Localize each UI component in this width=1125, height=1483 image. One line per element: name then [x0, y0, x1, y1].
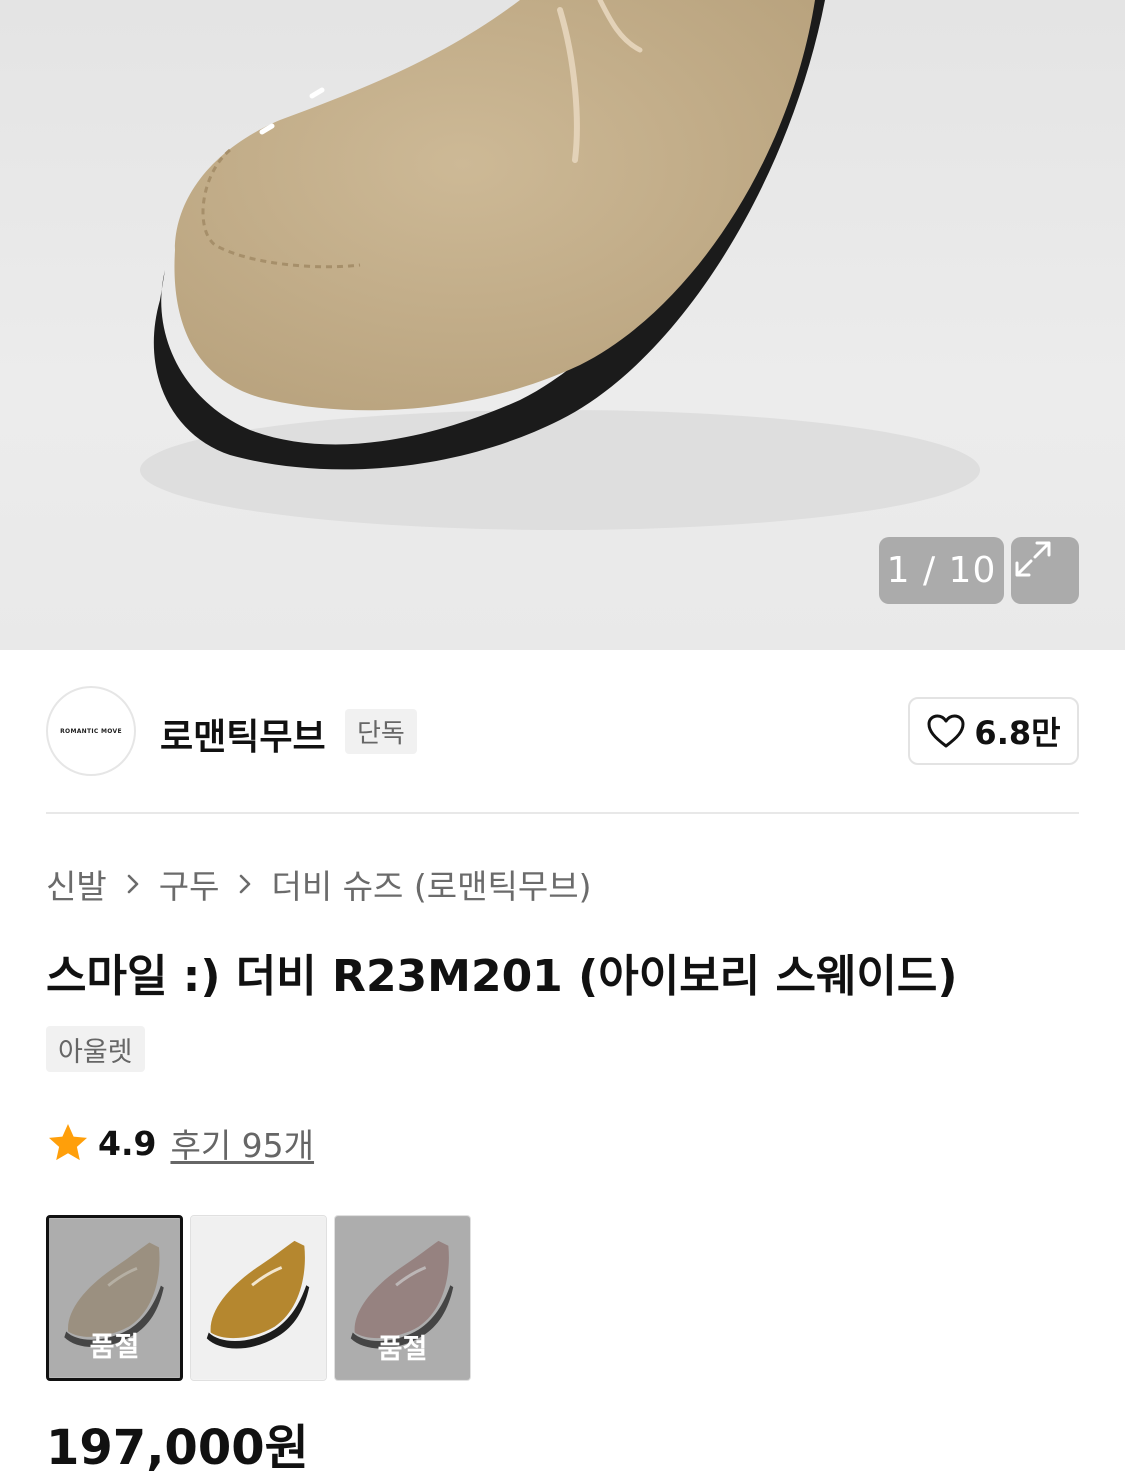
rating-score: 4.9	[98, 1123, 157, 1163]
brand-row: ROMANTIC MOVE 로맨틱무브 단독 6.8만	[46, 686, 1079, 776]
soldout-label: 품절	[89, 1332, 140, 1363]
divider	[46, 812, 1079, 814]
color-options: 품절 품절	[46, 1215, 471, 1381]
brand-logo[interactable]: ROMANTIC MOVE	[46, 686, 136, 776]
color-option-ivory[interactable]: 품절	[46, 1215, 183, 1381]
product-image-gallery[interactable]: 1 / 10	[0, 0, 1125, 650]
product-price: 197,000원	[46, 1420, 309, 1476]
chevron-right-icon	[237, 873, 253, 895]
color-option-pink[interactable]: 품절	[334, 1215, 471, 1381]
color-option-mustard[interactable]	[190, 1215, 327, 1381]
product-title: 스마일 :) 더비 R23M201 (아이보리 스웨이드)	[46, 951, 958, 1002]
rating-row: 4.9 후기 95개	[46, 1118, 314, 1168]
chevron-right-icon	[125, 873, 141, 895]
like-count: 6.8만	[974, 714, 1061, 752]
image-counter: 1 / 10	[879, 537, 1004, 604]
breadcrumb-item-shoes[interactable]: 신발	[46, 860, 107, 908]
like-button[interactable]: 6.8만	[908, 697, 1079, 765]
expand-button[interactable]	[1011, 537, 1079, 604]
breadcrumb-item-dress-shoes[interactable]: 구두	[159, 860, 220, 908]
expand-icon	[1015, 541, 1051, 577]
brand-logo-text: ROMANTIC MOVE	[60, 727, 122, 735]
shoe-thumbnail	[191, 1216, 326, 1380]
star-icon	[49, 1124, 87, 1161]
brand-name[interactable]: 로맨틱무브	[160, 708, 326, 760]
heart-icon	[927, 714, 965, 748]
exclusive-badge: 단독	[345, 709, 417, 754]
soldout-label: 품절	[377, 1334, 428, 1365]
breadcrumb-item-derby[interactable]: 더비 슈즈 (로맨틱무브)	[271, 860, 591, 908]
reviews-link[interactable]: 후기 95개	[170, 1119, 314, 1167]
outlet-badge: 아울렛	[46, 1026, 145, 1072]
breadcrumb: 신발 구두 더비 슈즈 (로맨틱무브)	[46, 862, 591, 906]
